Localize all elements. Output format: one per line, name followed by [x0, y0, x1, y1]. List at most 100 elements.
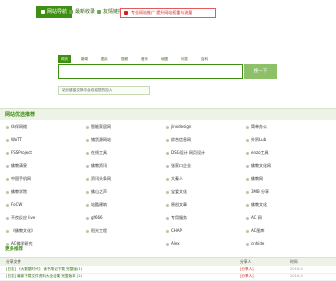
link-item[interactable]: jinxdesign: [166, 124, 191, 129]
bullet-icon: [246, 125, 249, 129]
links-panel: 网站优选推荐 伙伴网络 智能家居网 jinxdesign 简单办公 WoTT 铺…: [0, 108, 336, 248]
bullet-icon: [246, 177, 249, 181]
search-button[interactable]: 搜一下: [244, 64, 277, 79]
file-cell[interactable]: [日志] 最新下载文件资料大全合集 完整版本 (2): [6, 274, 226, 279]
search-tab[interactable]: 问答: [178, 55, 191, 63]
link-item[interactable]: 站酷建筑: [86, 202, 107, 208]
link-item[interactable]: 张家口企业: [166, 163, 191, 169]
bullet-icon: [246, 216, 249, 220]
bullet-icon: [246, 164, 249, 168]
search-tab[interactable]: 图片: [98, 55, 111, 63]
user-cell[interactable]: [分享人]: [240, 274, 280, 279]
link-item[interactable]: 不良反应 live: [6, 215, 35, 221]
link-label: 张家口企业: [171, 163, 191, 168]
link-item[interactable]: 宝爱文化: [166, 189, 187, 195]
bullet-icon: [246, 138, 249, 142]
bullet-icon: [166, 177, 169, 181]
link-item[interactable]: 中国手机网: [6, 176, 31, 182]
link-label: 资讯头条网: [91, 176, 111, 181]
link-item[interactable]: 佛山之声: [86, 189, 107, 195]
link-label: jinxdesign: [171, 124, 192, 129]
bullet-icon: [86, 190, 89, 194]
link-item[interactable]: 佛教学院: [6, 189, 27, 195]
bullet-icon: [86, 125, 89, 129]
link-label: CHAP: [171, 228, 182, 233]
link-item[interactable]: 专用服务: [166, 215, 187, 221]
more-section: 更多推荐: [0, 246, 336, 255]
link-item[interactable]: enzo工具: [246, 150, 269, 156]
file-cell[interactable]: [日志] 《大数据时代》 读书笔记下载 完整版(1): [6, 267, 226, 272]
search-tab[interactable]: 视频: [118, 55, 131, 63]
link-label: 大秦人: [171, 176, 183, 181]
promo-banner[interactable]: 专业网站推广 提升网站权重与流量: [120, 8, 216, 18]
link-item[interactable]: 外贸Lub: [246, 137, 266, 143]
col-header-user: 分享人: [240, 259, 252, 264]
bullet-icon: [6, 138, 9, 142]
link-label: 佛山之声: [91, 189, 107, 194]
link-item[interactable]: 原创文章: [166, 202, 187, 208]
link-item[interactable]: 智能家居网: [86, 124, 111, 130]
link-label: 佛教资讯: [91, 163, 107, 168]
time-cell: 2016-0: [290, 274, 303, 278]
link-item[interactable]: 佛教资讯: [86, 163, 107, 169]
search-input[interactable]: [58, 64, 243, 79]
bullet-icon: [86, 229, 89, 233]
link-item[interactable]: CHAP: [166, 228, 182, 233]
link-label: 外贸Lub: [251, 137, 267, 142]
bullet-icon: [6, 125, 9, 129]
link-item[interactable]: 佛教文化网: [246, 163, 271, 169]
link-item[interactable]: AC 网: [246, 215, 262, 221]
link-item[interactable]: DSG设计 网页设计: [166, 150, 205, 156]
link-item[interactable]: 在线工具: [86, 150, 107, 156]
link-label: WoTT: [11, 137, 22, 142]
user-cell[interactable]: [分享人]: [240, 267, 280, 272]
link-item[interactable]: 3MB 分享: [246, 189, 269, 195]
panel-header: 网站优选推荐: [0, 108, 336, 120]
more-title[interactable]: 更多推荐: [5, 246, 23, 252]
link-label: 综合信息网: [171, 137, 191, 142]
link-label: 伙伴网络: [11, 124, 27, 129]
bullet-icon: [166, 138, 169, 142]
link-item[interactable]: 大秦人: [166, 176, 183, 182]
link-item[interactable]: 铺货源网站: [86, 137, 111, 143]
link-item[interactable]: AC图库: [246, 228, 264, 234]
top-nav: 网站导航 最新收录 友情链接 专业网站推广 提升网站权重与流量: [0, 0, 336, 20]
link-item[interactable]: 佛教文化: [246, 202, 267, 208]
link-label: AC 网: [251, 215, 262, 220]
bullet-icon: [166, 229, 169, 233]
link-icon: [97, 9, 101, 14]
link-item[interactable]: 伙伴网络: [6, 124, 27, 130]
link-item[interactable]: 阳光工程: [86, 228, 107, 234]
search-tab[interactable]: 百科: [198, 55, 211, 63]
link-item[interactable]: 资讯头条网: [86, 176, 111, 182]
search-tab[interactable]: 网页: [58, 55, 71, 63]
time-cell: 2016-0: [290, 267, 303, 271]
link-item[interactable]: 综合信息网: [166, 137, 191, 143]
link-label: DSG设计 网页设计: [171, 150, 205, 155]
link-item[interactable]: 简单办公: [246, 124, 267, 130]
link-item[interactable]: FSSProject: [6, 150, 32, 155]
bullet-icon: [166, 216, 169, 220]
link-item[interactable]: 佛教网: [246, 176, 263, 182]
link-label: gf666: [91, 215, 103, 220]
link-item[interactable]: WoTT: [6, 137, 22, 142]
search-hint[interactable]: 站长链接交换平台欢迎您的加入: [58, 86, 150, 95]
link-label: 佛教网: [251, 176, 263, 181]
bullet-icon: [6, 164, 9, 168]
list-icon: [69, 9, 73, 14]
bullet-icon: [86, 151, 89, 155]
col-header-file: 分享文件: [6, 259, 22, 264]
search-tab[interactable]: 音乐: [138, 55, 151, 63]
link-item[interactable]: 《佛教文化》: [6, 228, 35, 234]
link-label: 不良反应 live: [11, 215, 36, 220]
search-tab[interactable]: 地图: [158, 55, 171, 63]
link-item[interactable]: gf666: [86, 215, 103, 220]
link-label: 佛教文化: [251, 202, 267, 207]
link-item[interactable]: FoCW: [6, 202, 22, 207]
bullet-icon: [166, 203, 169, 207]
link-label: 铺货源网站: [91, 137, 111, 142]
table-header: 分享文件 分享人 时间: [0, 257, 336, 266]
search-tab[interactable]: 新闻: [78, 55, 91, 63]
bullet-icon: [6, 203, 9, 207]
link-item[interactable]: 佛教清泉: [6, 163, 27, 169]
